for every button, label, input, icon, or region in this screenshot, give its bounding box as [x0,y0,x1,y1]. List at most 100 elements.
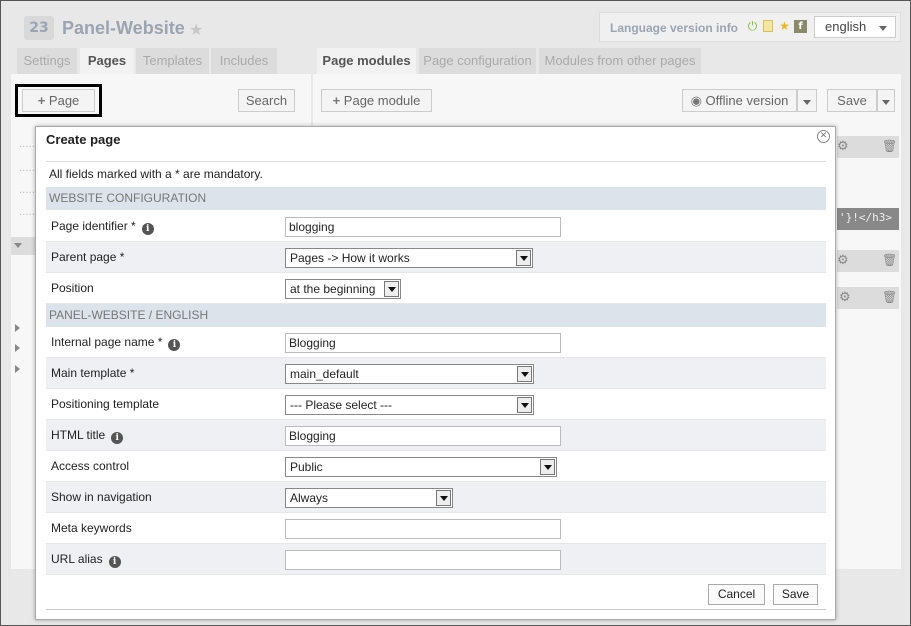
field-label: Positioning template [51,397,160,411]
parent-page-value: Pages -> How it works [290,251,410,265]
form-row-parent-page: Parent page * Pages -> How it works [46,242,826,273]
chevron-down-icon[interactable] [516,250,531,266]
divider [46,609,826,610]
chevron-down-icon[interactable] [540,459,555,475]
trash-icon[interactable]: 🗑 [882,253,897,267]
gear-icon[interactable]: ⚙ [839,290,851,305]
section-language: PANEL-WEBSITE / ENGLISH [46,304,826,327]
tree-dots: ..... [19,139,35,150]
star-icon[interactable]: ★ [778,20,791,33]
url-alias-input[interactable] [285,550,561,570]
tree-row-selected[interactable] [11,237,35,255]
trash-icon[interactable]: 🗑 [882,139,897,153]
field-label: Position [51,281,94,295]
module-row-bar: ⚙ 🗑 [837,250,899,272]
tab-page-configuration[interactable]: Page configuration [419,48,536,74]
expand-arrow-icon[interactable] [15,365,20,373]
parent-page-select[interactable]: Pages -> How it works [285,248,533,268]
field-label: Page identifier * i [51,219,154,235]
access-control-select[interactable]: Public [285,457,557,477]
meta-keywords-input[interactable] [285,519,561,539]
save-button[interactable]: Save [773,584,818,605]
gear-icon[interactable]: ⚙ [837,139,849,154]
site-number-badge: 23 [24,16,54,40]
field-label: Show in navigation [51,490,152,504]
offline-version-button[interactable]: ◉ Offline version [682,89,797,112]
info-icon[interactable]: i [108,556,121,568]
tree-dots: ..... [19,207,35,218]
field-label: Internal page name * i [51,335,181,351]
module-row-bar: ⚙ 🗑 [837,287,899,309]
info-icon[interactable]: i [168,339,181,351]
site-title: Panel-Website [62,18,185,38]
form-row-position: Position at the beginning [46,273,826,304]
plus-icon: + [37,93,46,108]
offline-version-dropdown[interactable] [797,89,817,112]
facebook-icon[interactable]: f [794,20,807,33]
chevron-down-icon[interactable] [384,281,399,297]
info-icon[interactable]: i [111,432,124,444]
offline-version-label: Offline version [705,93,789,108]
position-select[interactable]: at the beginning [285,279,401,299]
form-row-access-control: Access control Public [46,451,826,482]
position-value: at the beginning [290,282,376,296]
positioning-template-select[interactable]: --- Please select --- [285,395,534,415]
tab-settings[interactable]: Settings [17,48,77,74]
search-button[interactable]: Search [238,89,295,112]
save-dropdown[interactable] [877,89,895,112]
expand-arrow-icon[interactable] [15,324,20,332]
chevron-down-icon[interactable] [517,397,532,413]
access-control-value: Public [290,460,323,474]
save-page-button[interactable]: Save [827,89,877,112]
tree-dots: ..... [19,185,35,196]
page-identifier-input[interactable]: blogging [285,217,561,237]
chevron-down-icon[interactable] [517,366,532,382]
document-icon[interactable] [763,20,773,32]
power-icon[interactable]: ⏻ [746,20,759,33]
language-info-label: Language version info [610,21,739,35]
plus-icon: + [332,93,341,108]
gear-icon[interactable]: ⚙ [837,253,849,268]
trash-icon[interactable]: 🗑 [882,290,897,304]
tab-pages[interactable]: Pages [80,48,134,74]
mandatory-note: All fields marked with a * are mandatory… [49,167,263,181]
module-row-bar: ⚙ 🗑 [837,136,899,158]
form-row-main-template: Main template * main_default [46,358,826,389]
dialog-title: Create page [46,132,121,147]
field-label: Main template * [51,366,135,380]
field-label: Meta keywords [51,521,132,535]
tab-page-modules[interactable]: Page modules [317,48,416,74]
info-icon[interactable]: i [141,223,154,235]
create-page-dialog: Create page ✕ All fields marked with a *… [35,126,836,620]
tab-templates[interactable]: Templates [136,48,209,74]
collapse-arrow-icon[interactable] [14,243,22,248]
chevron-down-icon [879,26,887,31]
expand-arrow-icon[interactable] [15,344,20,352]
show-in-navigation-value: Always [290,491,329,505]
cancel-button[interactable]: Cancel [708,584,765,605]
section-website-configuration: WEBSITE CONFIGURATION [46,187,826,210]
close-icon[interactable]: ✕ [817,130,830,143]
html-title-input[interactable]: Blogging [285,426,561,446]
form-row-meta-keywords: Meta keywords [46,513,826,544]
divider [46,161,826,162]
add-page-button[interactable]: + Page [22,89,95,112]
chevron-down-icon[interactable] [436,490,451,506]
language-select[interactable]: english [814,16,896,38]
language-select-value: english [825,19,867,34]
language-panel: Language version info ⏻ ★ f english [599,12,901,42]
form-row-url-alias: URL alias i [46,544,826,575]
internal-page-name-input[interactable]: Blogging [285,333,561,353]
favorite-star-icon[interactable]: ★ [189,20,203,39]
tree-dots: ..... [19,163,35,174]
main-template-value: main_default [290,367,359,381]
form-row-positioning-template: Positioning template --- Please select -… [46,389,826,420]
add-page-module-button[interactable]: + Page module [321,89,432,112]
main-template-select[interactable]: main_default [285,364,534,384]
positioning-template-value: --- Please select --- [290,398,393,412]
field-label: URL alias i [51,552,121,568]
tab-includes[interactable]: Includes [211,48,277,74]
tab-modules-other-pages[interactable]: Modules from other pages [539,48,701,74]
show-in-navigation-select[interactable]: Always [285,488,453,508]
form-row-page-identifier: Page identifier * i blogging [46,211,826,242]
